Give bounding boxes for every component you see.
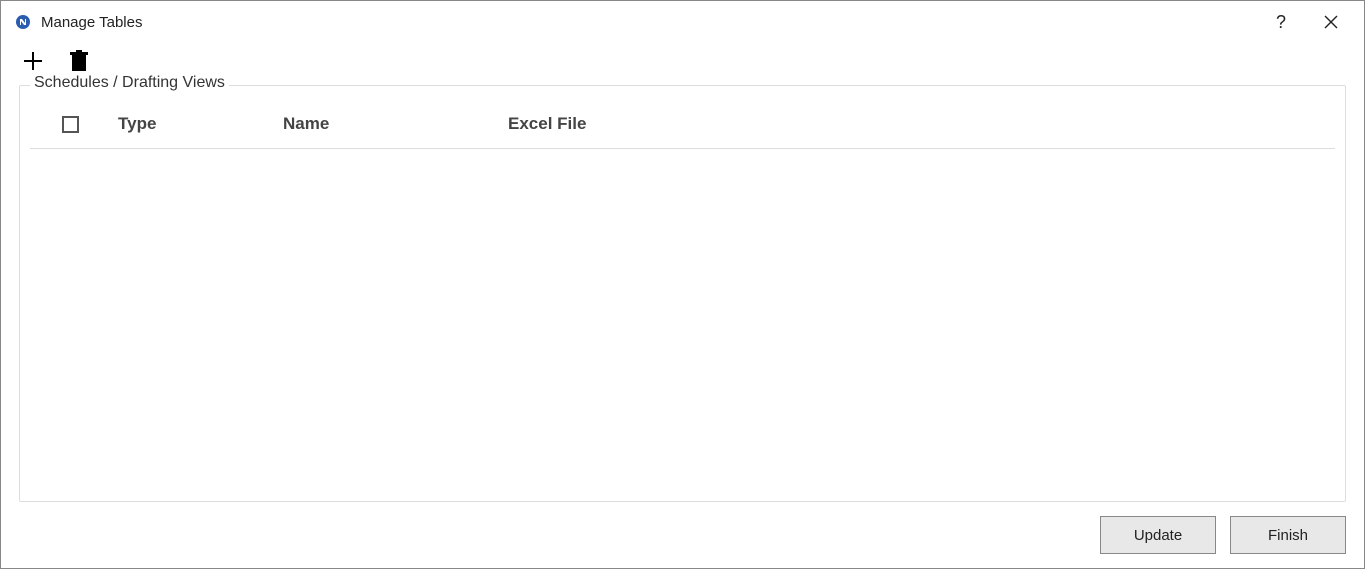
app-icon: [15, 14, 31, 30]
finish-button[interactable]: Finish: [1230, 516, 1346, 554]
help-icon: ?: [1276, 12, 1286, 33]
header-name[interactable]: Name: [275, 104, 500, 149]
tables-grid: Type Name Excel File: [30, 104, 1335, 149]
header-type[interactable]: Type: [110, 104, 275, 149]
window-title: Manage Tables: [41, 14, 142, 31]
delete-button[interactable]: [65, 47, 93, 75]
trash-icon: [68, 49, 90, 73]
groupbox-label: Schedules / Drafting Views: [30, 74, 229, 92]
schedules-groupbox: Schedules / Drafting Views Type Name Exc…: [19, 85, 1346, 502]
dialog-footer: Update Finish: [1, 516, 1364, 568]
manage-tables-dialog: Manage Tables ?: [0, 0, 1365, 569]
update-button[interactable]: Update: [1100, 516, 1216, 554]
plus-icon: [21, 49, 45, 73]
table-container: Type Name Excel File: [20, 86, 1345, 159]
add-button[interactable]: [19, 47, 47, 75]
select-all-checkbox[interactable]: [62, 116, 79, 133]
close-button[interactable]: [1306, 3, 1356, 41]
close-icon: [1323, 14, 1339, 30]
header-checkbox-cell: [30, 104, 110, 149]
help-button[interactable]: ?: [1256, 3, 1306, 41]
table-header-row: Type Name Excel File: [30, 104, 1335, 149]
header-excel-file[interactable]: Excel File: [500, 104, 1335, 149]
titlebar: Manage Tables ?: [1, 1, 1364, 41]
